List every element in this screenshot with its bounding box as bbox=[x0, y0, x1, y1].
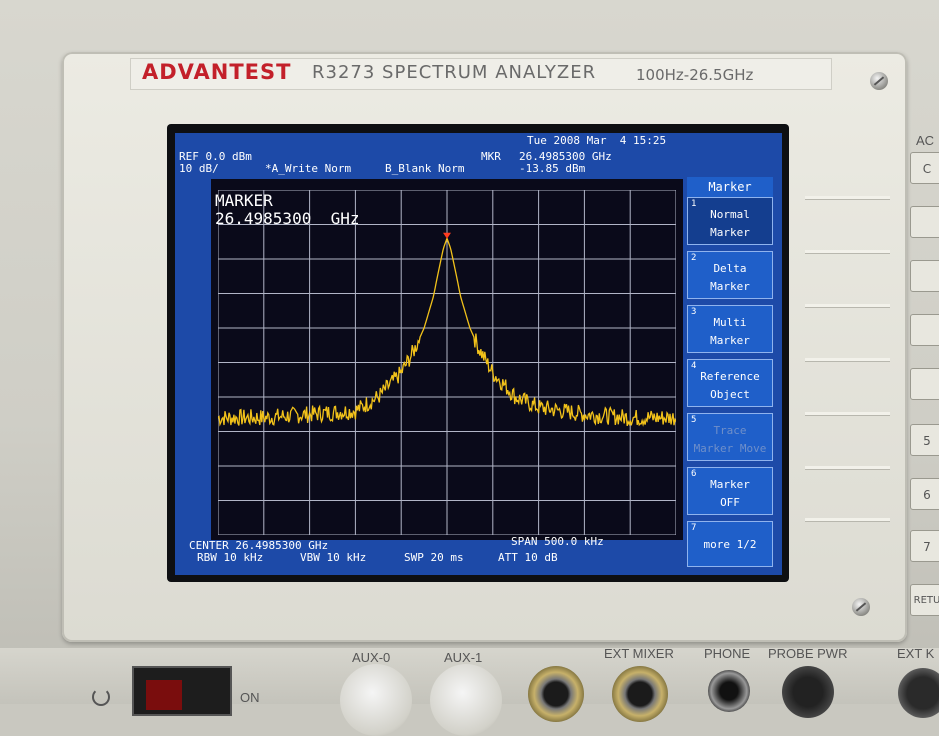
aux0-knob[interactable] bbox=[340, 664, 412, 736]
softkey-label: Normal Marker bbox=[710, 208, 750, 239]
softkey-guide-line bbox=[805, 304, 890, 308]
side-key-1[interactable]: C bbox=[910, 152, 939, 184]
phone-label: PHONE bbox=[704, 646, 751, 661]
softkey-multi-marker[interactable]: 3 Multi Marker bbox=[687, 305, 773, 353]
ext-connector[interactable] bbox=[898, 668, 939, 718]
brand-logo: ADVANTEST bbox=[142, 60, 292, 84]
softkey-guide-line bbox=[805, 412, 890, 416]
softkey-label: more 1/2 bbox=[703, 538, 757, 551]
softkey-guide-line bbox=[805, 196, 890, 200]
ext-mixer-connector-1[interactable] bbox=[528, 666, 584, 722]
rbw: RBW 10 kHz bbox=[197, 551, 264, 564]
marker-readout-title: MARKER bbox=[215, 191, 273, 210]
span: SPAN 500.0 kHz bbox=[511, 535, 604, 548]
softkey-more[interactable]: 7 more 1/2 bbox=[687, 521, 773, 567]
side-key-5[interactable] bbox=[910, 368, 939, 400]
ext-mixer-label: EXT MIXER bbox=[604, 646, 674, 661]
softkey-delta-marker[interactable]: 2 Delta Marker bbox=[687, 251, 773, 299]
probe-power-connector[interactable] bbox=[782, 666, 834, 718]
phone-jack[interactable] bbox=[708, 670, 750, 712]
spectrum-plot bbox=[218, 190, 676, 535]
side-key-3[interactable] bbox=[910, 260, 939, 292]
softkey-guide-line bbox=[805, 358, 890, 362]
side-key-6[interactable]: 5 bbox=[910, 424, 939, 456]
sweep-time: SWP 20 ms bbox=[404, 551, 464, 564]
softkey-label: Delta Marker bbox=[710, 262, 750, 293]
screw-icon bbox=[870, 72, 888, 90]
scale-div: 10 dB/ bbox=[179, 162, 219, 175]
side-key-8[interactable]: 7 bbox=[910, 530, 939, 562]
softkey-label: Multi Marker bbox=[710, 316, 750, 347]
ext-k-label: EXT K bbox=[897, 646, 935, 661]
analyzer-screen: Tue 2008 Mar 4 15:25 REF 0.0 dBm 10 dB/ … bbox=[175, 133, 782, 575]
trace-b-status: B_Blank Norm bbox=[385, 162, 465, 175]
trace-a-status: *A_Write Norm bbox=[265, 162, 352, 175]
softkey-number: 7 bbox=[691, 523, 697, 533]
softkey-label: Marker OFF bbox=[710, 478, 750, 509]
softkey-menu-title: Marker bbox=[687, 177, 773, 197]
marker-readout-value: 26.4985300 GHz bbox=[215, 209, 360, 228]
datetime: Tue 2008 Mar 4 15:25 bbox=[527, 134, 667, 147]
softkey-reference-object[interactable]: 4 Reference Object bbox=[687, 359, 773, 407]
power-switch-indicator bbox=[146, 680, 182, 710]
power-on-label: ON bbox=[240, 690, 260, 705]
model-name: R3273 SPECTRUM ANALYZER bbox=[312, 62, 597, 83]
graticule bbox=[218, 190, 676, 535]
aux0-label: AUX-0 bbox=[352, 650, 391, 665]
softkey-guide-line bbox=[805, 250, 890, 254]
frequency-range: 100Hz-26.5GHz bbox=[636, 66, 754, 84]
side-key-7[interactable]: 6 bbox=[910, 478, 939, 510]
side-label: AC bbox=[916, 133, 935, 148]
softkey-normal-marker[interactable]: 1 Normal Marker bbox=[687, 197, 773, 245]
marker-level: -13.85 dBm bbox=[519, 162, 586, 175]
softkey-guide-line bbox=[805, 518, 890, 522]
probe-pwr-label: PROBE PWR bbox=[768, 646, 848, 661]
softkey-label: Reference Object bbox=[700, 370, 760, 401]
softkey-label: Trace Marker Move bbox=[693, 424, 767, 455]
vbw: VBW 10 kHz bbox=[300, 551, 367, 564]
marker-point bbox=[443, 232, 451, 239]
return-key[interactable]: RETU bbox=[910, 584, 939, 616]
ext-mixer-connector-2[interactable] bbox=[612, 666, 668, 722]
softkey-trace-marker-move[interactable]: 5 Trace Marker Move bbox=[687, 413, 773, 461]
aux1-knob[interactable] bbox=[430, 664, 502, 736]
softkey-marker-off[interactable]: 6 Marker OFF bbox=[687, 467, 773, 515]
side-key-2[interactable] bbox=[910, 206, 939, 238]
screw-icon bbox=[852, 598, 870, 616]
aux1-label: AUX-1 bbox=[444, 650, 483, 665]
power-switch[interactable] bbox=[132, 666, 232, 716]
marker-label: MKR bbox=[481, 150, 501, 163]
softkey-guide-line bbox=[805, 466, 890, 470]
side-key-4[interactable] bbox=[910, 314, 939, 346]
attenuation: ATT 10 dB bbox=[498, 551, 558, 564]
power-icon bbox=[92, 688, 110, 706]
